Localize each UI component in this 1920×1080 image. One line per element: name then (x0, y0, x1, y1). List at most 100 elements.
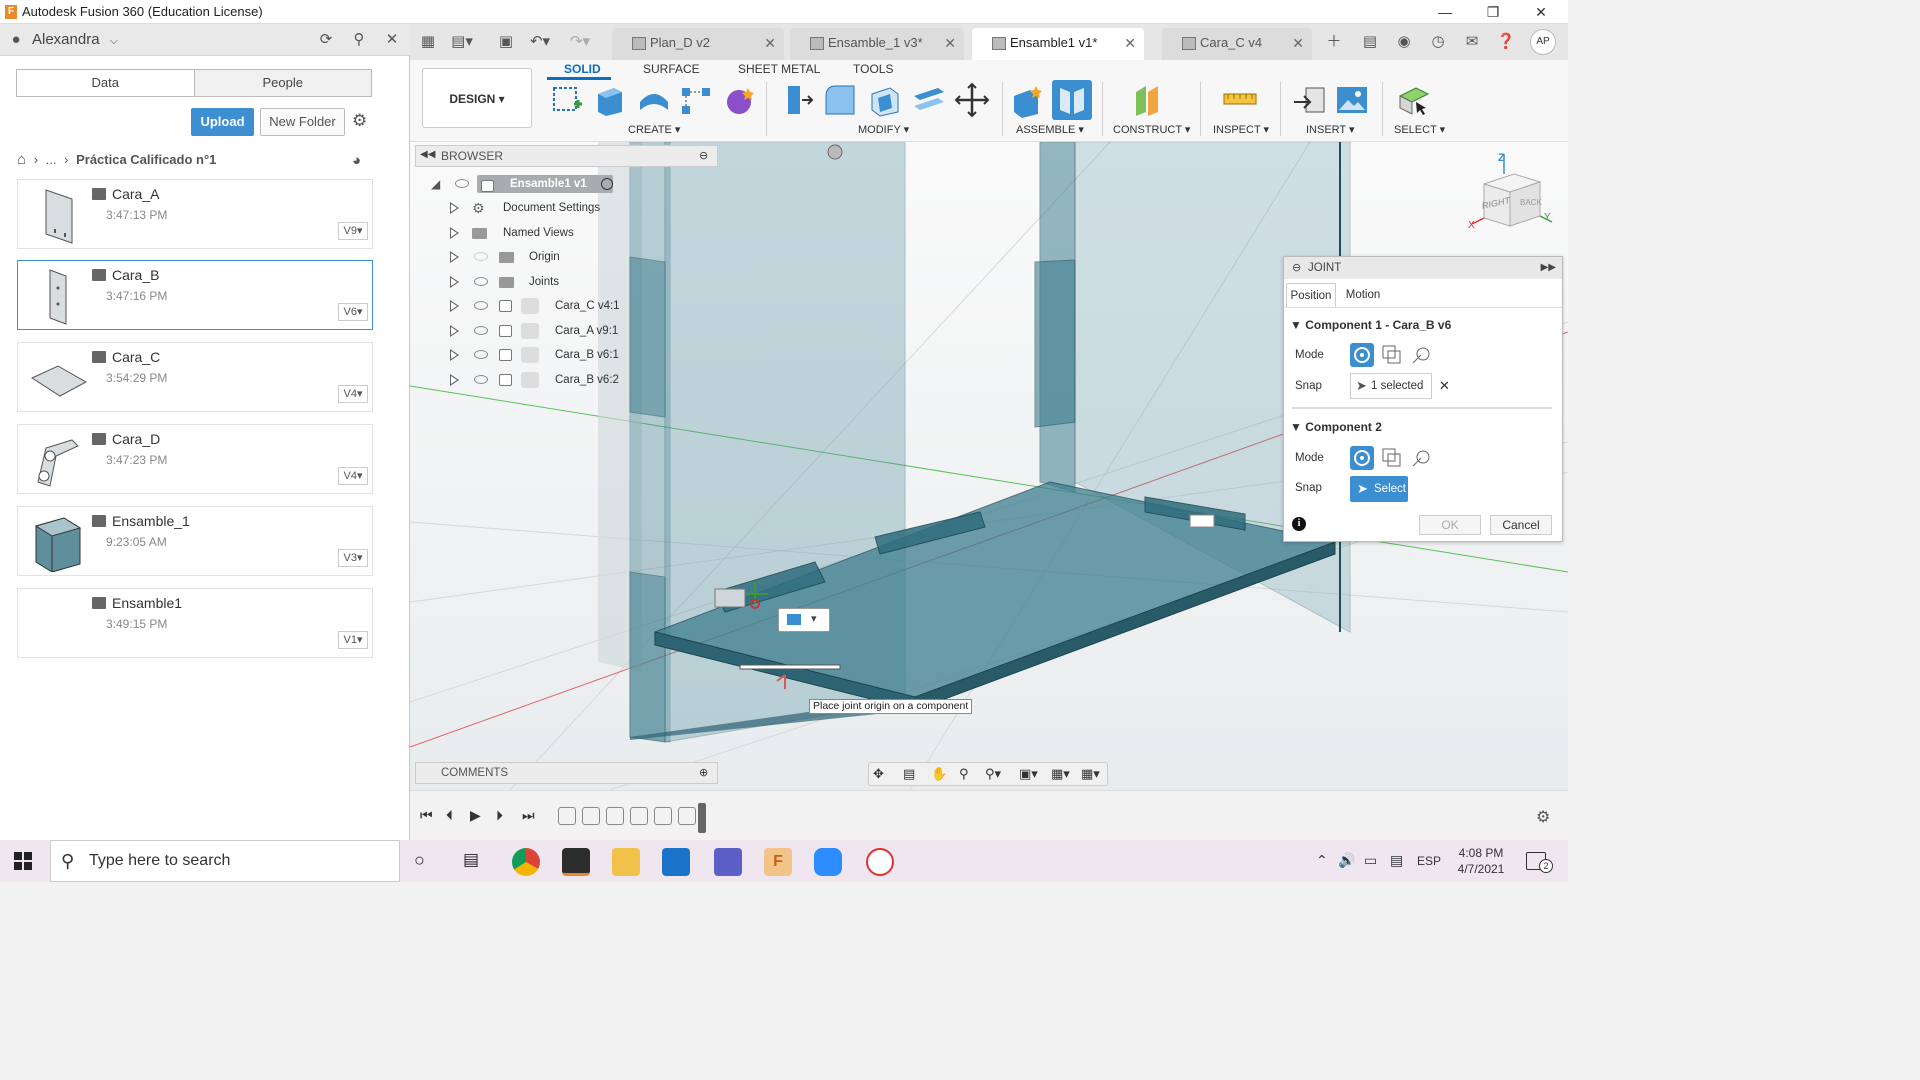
zoom-app-icon[interactable] (814, 848, 842, 876)
zoom-icon[interactable]: ⚲ (959, 766, 969, 782)
tab-tools[interactable]: TOOLS (853, 62, 893, 76)
mode-simple-button[interactable] (1350, 446, 1374, 470)
file-card[interactable]: Ensamble1 3:49:15 PM V1▾ (17, 588, 373, 658)
version-dropdown[interactable]: V4▾ (338, 385, 368, 403)
file-card[interactable]: Cara_D 3:47:23 PM V4▾ (17, 424, 373, 494)
info-icon[interactable]: i (1292, 517, 1306, 531)
cancel-button[interactable]: Cancel (1490, 515, 1552, 535)
go-to-end-icon[interactable]: ⏭ (522, 807, 535, 824)
close-icon[interactable]: ✕ (382, 30, 402, 50)
doc-tab[interactable]: Plan_D v2 ✕ (612, 28, 784, 60)
save-icon[interactable]: ▣ (494, 32, 518, 52)
job-status-icon[interactable]: ◷ (1426, 32, 1450, 52)
timeline-joint-icon[interactable] (654, 807, 672, 825)
insert-derive-icon[interactable] (1292, 82, 1328, 118)
mode-between-button[interactable] (1380, 343, 1404, 367)
cortana-icon[interactable]: ○ (414, 850, 425, 871)
expand-triangle-icon[interactable] (450, 227, 459, 239)
joint-dialog-header[interactable]: ⊖ JOINT ▶▶ (1284, 257, 1562, 279)
timeline-joint-icon[interactable] (606, 807, 624, 825)
search-icon[interactable]: ⚲ (349, 30, 369, 50)
restore-button[interactable]: ❐ (1470, 0, 1516, 24)
select-icon[interactable] (1396, 82, 1432, 118)
version-dropdown[interactable]: V4▾ (338, 467, 368, 485)
browser-item[interactable]: Cara_B v6:1 (415, 344, 625, 366)
tab-sheet-metal[interactable]: SHEET METAL (738, 62, 820, 76)
avatar[interactable]: AP (1530, 29, 1556, 55)
close-tab-icon[interactable]: ✕ (1124, 28, 1136, 58)
action-center-icon[interactable]: 2 (1526, 852, 1553, 873)
expand-triangle-icon[interactable] (450, 325, 459, 337)
close-tab-icon[interactable]: ✕ (1292, 28, 1304, 58)
expand-triangle-icon[interactable] (450, 251, 459, 263)
go-to-start-icon[interactable]: ⏮ (420, 807, 433, 824)
timeline-joint-icon[interactable] (558, 807, 576, 825)
combine-icon[interactable] (910, 82, 946, 118)
file-menu-icon[interactable]: ▤▾ (450, 32, 474, 52)
close-tab-icon[interactable]: ✕ (944, 28, 956, 58)
fit-icon[interactable]: ⚲▾ (985, 766, 1001, 782)
expand-triangle-icon[interactable] (450, 300, 459, 312)
pan-icon[interactable]: ✋ (931, 766, 947, 782)
tab-surface[interactable]: SURFACE (643, 62, 700, 76)
mode-two-edge-button[interactable] (1410, 446, 1434, 470)
orbit-icon[interactable]: ✥ (873, 766, 884, 782)
mode-between-button[interactable] (1380, 446, 1404, 470)
group-select[interactable]: SELECT ▾ (1394, 123, 1445, 136)
system-clock[interactable]: 4:08 PM 4/7/2021 (1452, 845, 1510, 877)
tab-people[interactable]: People (194, 70, 371, 96)
collapse-panel-icon[interactable]: ◀◀ (420, 149, 435, 160)
help-icon[interactable]: ❓ (1494, 32, 1518, 52)
timeline-marker[interactable] (698, 803, 706, 833)
browser-item[interactable]: Cara_B v6:2 (415, 369, 625, 391)
expand-triangle-icon[interactable] (450, 202, 459, 214)
create-sketch-icon[interactable] (550, 82, 586, 118)
input-language[interactable]: ESP (1417, 854, 1441, 868)
chat-icon[interactable]: ▤ (1358, 32, 1382, 52)
comments-panel[interactable]: COMMENTS ⊕ (415, 762, 718, 784)
snap1-selection[interactable]: ➤ 1 selected (1350, 373, 1432, 399)
minimize-panel-icon[interactable]: ⊖ (699, 149, 708, 162)
minimize-dialog-icon[interactable]: ⊖ (1292, 257, 1301, 279)
browser-item[interactable]: Origin (415, 246, 625, 268)
breadcrumb-ellipsis[interactable]: ... (46, 152, 57, 167)
user-switcher[interactable]: Alexandra ⌵ (32, 31, 118, 48)
clear-selection-icon[interactable]: ✕ (1439, 378, 1450, 394)
group-modify[interactable]: MODIFY ▾ (858, 123, 909, 136)
version-dropdown[interactable]: V9▾ (338, 222, 368, 240)
refresh-icon[interactable]: ⟳ (316, 30, 336, 50)
fusion-360-taskbar-icon[interactable]: F (764, 848, 792, 876)
eye-icon[interactable] (474, 301, 488, 310)
viewports-icon[interactable]: ▦▾ (1081, 766, 1100, 782)
measure-icon[interactable] (1222, 82, 1258, 118)
fillet-icon[interactable] (822, 82, 858, 118)
taskbar-search[interactable]: ⚲ Type here to search (50, 840, 400, 882)
expand-triangle-icon[interactable] (450, 374, 459, 386)
step-forward-icon[interactable]: ⏵ (496, 807, 503, 824)
chrome-icon[interactable] (512, 848, 540, 876)
timeline-settings-icon[interactable]: ⚙ (1536, 807, 1550, 827)
upload-button[interactable]: Upload (191, 108, 254, 136)
revolve-icon[interactable] (636, 82, 672, 118)
network-icon[interactable]: ▤ (1390, 852, 1403, 869)
volume-icon[interactable]: 🔊 (1338, 852, 1355, 869)
file-explorer-icon[interactable] (612, 848, 640, 876)
viewcube[interactable]: Z X Y RIGHT BACK (1468, 152, 1564, 234)
browser-header[interactable]: ◀◀ BROWSER ⊖ (415, 145, 718, 167)
eye-icon[interactable] (474, 277, 488, 286)
version-dropdown[interactable]: V1▾ (338, 631, 368, 649)
media-player-icon[interactable] (662, 848, 690, 876)
joint-context-menu[interactable]: ▾ (778, 608, 830, 632)
minimize-button[interactable]: — (1422, 0, 1468, 24)
battery-icon[interactable]: ▭ (1364, 852, 1377, 869)
shell-icon[interactable] (866, 82, 902, 118)
globe-icon[interactable]: ◕ (352, 152, 361, 169)
eye-icon[interactable] (474, 326, 488, 335)
doc-tab[interactable]: Cara_C v4 ✕ (1162, 28, 1312, 60)
grid-menu-icon[interactable]: ▦ (416, 32, 440, 52)
timeline-joint-icon[interactable] (678, 807, 696, 825)
joint-tool-active[interactable] (1052, 80, 1092, 120)
home-icon[interactable]: ⌂ (17, 151, 26, 168)
insert-canvas-icon[interactable] (1334, 82, 1370, 118)
look-at-icon[interactable]: ▤ (903, 766, 915, 782)
